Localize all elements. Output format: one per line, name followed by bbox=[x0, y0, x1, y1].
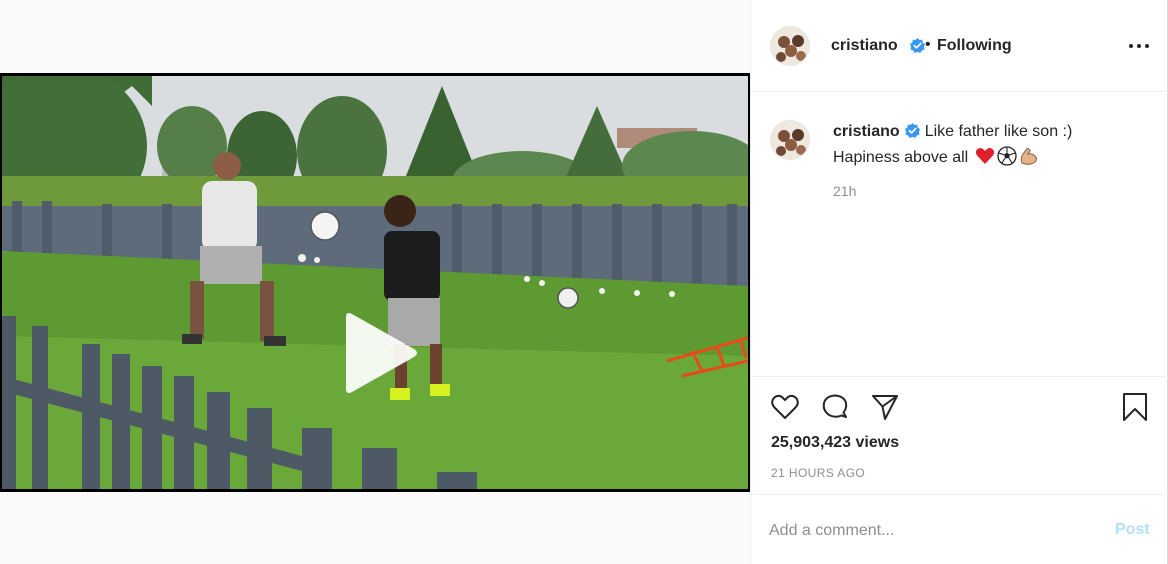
avatar-image bbox=[771, 121, 809, 159]
caption-line-2: Hapiness above all bbox=[833, 146, 1039, 167]
bookmark-icon[interactable] bbox=[1119, 391, 1151, 423]
caption-text-2: Hapiness above all bbox=[833, 149, 969, 166]
avatar-image bbox=[771, 27, 809, 65]
share-icon[interactable] bbox=[869, 391, 901, 423]
video-frame bbox=[2, 76, 748, 489]
posted-time[interactable]: 21 HOURS AGO bbox=[771, 466, 865, 480]
separator-dot: • bbox=[925, 36, 931, 53]
verified-icon bbox=[904, 123, 920, 138]
post-video[interactable] bbox=[0, 73, 750, 492]
caption-username-link[interactable]: cristiano bbox=[833, 123, 900, 140]
avatar[interactable] bbox=[770, 26, 810, 66]
caption-timestamp[interactable]: 21h bbox=[833, 183, 856, 199]
caption-avatar[interactable] bbox=[770, 120, 810, 160]
action-bar: 25,903,423 views 21 HOURS AGO bbox=[751, 376, 1168, 494]
post-header: cristiano • Following bbox=[751, 0, 1168, 92]
views-count[interactable]: 25,903,423 views bbox=[771, 434, 899, 452]
post-button[interactable]: Post bbox=[1115, 521, 1150, 539]
soccer-ball-emoji bbox=[997, 146, 1017, 166]
instagram-post: cristiano • Following cristiano Like fat… bbox=[0, 0, 1168, 564]
flexed-biceps-emoji bbox=[1020, 148, 1037, 165]
heart-icon[interactable] bbox=[769, 391, 801, 423]
post-sidebar: cristiano • Following cristiano Like fat… bbox=[750, 0, 1168, 564]
comment-icon[interactable] bbox=[819, 391, 851, 423]
comment-bar: Post bbox=[751, 494, 1168, 564]
following-button[interactable]: Following bbox=[937, 37, 1012, 55]
red-heart-emoji bbox=[975, 148, 994, 164]
caption-line-1: cristiano Like father like son :) bbox=[833, 123, 1072, 141]
more-options-icon[interactable] bbox=[1127, 36, 1151, 56]
media-column bbox=[0, 0, 750, 564]
caption-area: cristiano Like father like son :) Hapine… bbox=[751, 92, 1168, 376]
caption-text: Like father like son :) bbox=[924, 123, 1073, 140]
comment-input[interactable] bbox=[769, 518, 1089, 544]
verified-icon bbox=[910, 38, 925, 53]
play-icon[interactable] bbox=[338, 311, 420, 395]
username-link[interactable]: cristiano bbox=[831, 37, 898, 55]
